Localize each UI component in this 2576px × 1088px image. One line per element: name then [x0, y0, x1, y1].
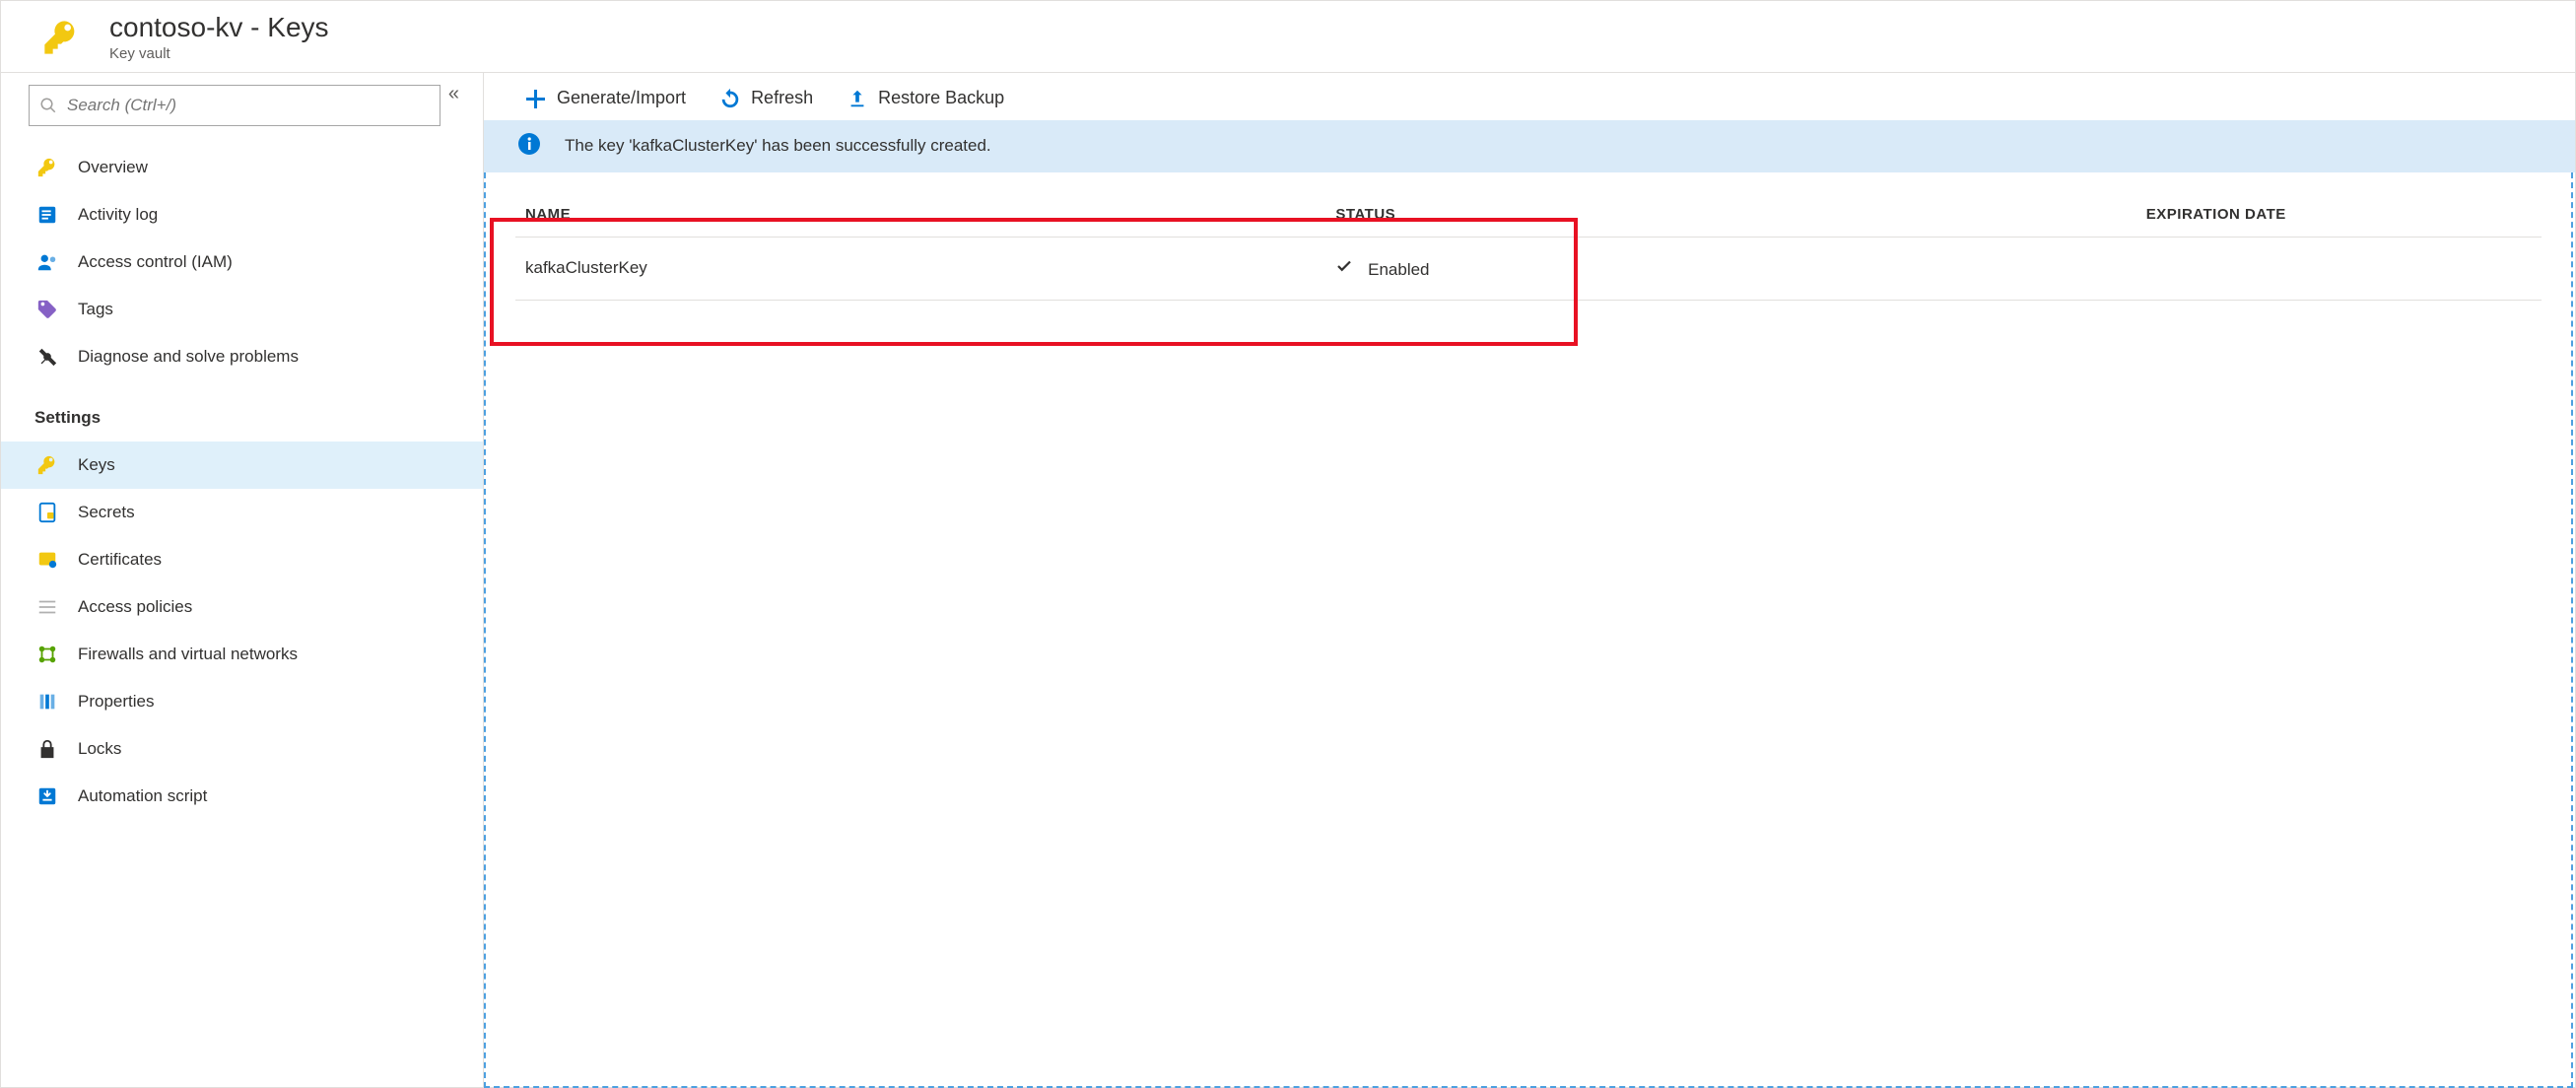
sidebar-item-properties[interactable]: Properties	[1, 678, 483, 725]
info-icon	[517, 132, 541, 161]
collapse-sidebar-button[interactable]: «	[448, 83, 459, 105]
sidebar-item-label: Firewalls and virtual networks	[78, 645, 298, 664]
search-icon	[39, 97, 57, 114]
diagnose-icon	[34, 344, 60, 370]
page-title: contoso-kv - Keys	[109, 13, 329, 43]
restore-backup-button[interactable]: Restore Backup	[847, 88, 1004, 109]
cell-name: kafkaClusterKey	[515, 237, 1325, 300]
plus-icon	[523, 87, 547, 110]
sidebar-item-label: Tags	[78, 300, 113, 319]
sidebar-search[interactable]	[29, 85, 441, 126]
sidebar-item-firewalls[interactable]: Firewalls and virtual networks	[1, 631, 483, 678]
key-icon	[34, 155, 60, 180]
sidebar-item-certificates[interactable]: Certificates	[1, 536, 483, 583]
notification-message: The key 'kafkaClusterKey' has been succe…	[565, 136, 991, 156]
page-header: contoso-kv - Keys Key vault	[1, 1, 2575, 73]
check-icon	[1335, 260, 1358, 279]
refresh-button[interactable]: Refresh	[719, 88, 813, 109]
toolbar-label: Restore Backup	[878, 88, 1004, 108]
sidebar-item-overview[interactable]: Overview	[1, 144, 483, 191]
firewall-icon	[34, 642, 60, 667]
key-icon	[40, 17, 82, 58]
properties-icon	[34, 689, 60, 714]
key-icon	[34, 452, 60, 478]
col-expiration[interactable]: EXPIRATION DATE	[2136, 198, 2542, 238]
sidebar-item-locks[interactable]: Locks	[1, 725, 483, 773]
keys-table: NAME STATUS EXPIRATION DATE kafkaCluster…	[515, 198, 2542, 301]
cell-status: Enabled	[1325, 237, 2135, 300]
refresh-icon	[719, 88, 741, 109]
success-notification: The key 'kafkaClusterKey' has been succe…	[484, 120, 2575, 172]
automation-icon	[34, 783, 60, 809]
activity-log-icon	[34, 202, 60, 228]
search-input[interactable]	[67, 96, 430, 115]
sidebar-item-label: Access policies	[78, 597, 192, 617]
sidebar-group-settings: Settings	[29, 380, 469, 442]
sidebar-item-label: Keys	[78, 455, 115, 475]
access-policies-icon	[34, 594, 60, 620]
keys-panel: NAME STATUS EXPIRATION DATE kafkaCluster…	[484, 172, 2573, 1088]
sidebar-item-automation[interactable]: Automation script	[1, 773, 483, 820]
sidebar-item-access-control[interactable]: Access control (IAM)	[1, 238, 483, 286]
toolbar: Generate/Import Refresh Restore Backup	[484, 73, 2575, 120]
tag-icon	[34, 297, 60, 322]
sidebar-item-access-policies[interactable]: Access policies	[1, 583, 483, 631]
table-row[interactable]: kafkaClusterKey Enabled	[515, 237, 2542, 300]
sidebar: « Overview Activity log Access control (…	[1, 73, 484, 1088]
sidebar-item-label: Certificates	[78, 550, 162, 570]
col-name[interactable]: NAME	[515, 198, 1325, 238]
sidebar-item-label: Activity log	[78, 205, 158, 225]
sidebar-item-label: Automation script	[78, 786, 207, 806]
sidebar-item-label: Overview	[78, 158, 148, 177]
table-header-row: NAME STATUS EXPIRATION DATE	[515, 198, 2542, 238]
page-subtitle: Key vault	[109, 45, 329, 62]
cell-expiration	[2136, 237, 2542, 300]
sidebar-item-label: Diagnose and solve problems	[78, 347, 299, 367]
sidebar-item-label: Access control (IAM)	[78, 252, 233, 272]
sidebar-item-tags[interactable]: Tags	[1, 286, 483, 333]
sidebar-item-secrets[interactable]: Secrets	[1, 489, 483, 536]
access-control-icon	[34, 249, 60, 275]
sidebar-item-diagnose[interactable]: Diagnose and solve problems	[1, 333, 483, 380]
certificates-icon	[34, 547, 60, 573]
sidebar-item-label: Locks	[78, 739, 121, 759]
sidebar-item-keys[interactable]: Keys	[1, 442, 483, 489]
toolbar-label: Refresh	[751, 88, 813, 108]
secrets-icon	[34, 500, 60, 525]
main-content: Generate/Import Refresh Restore Backup T…	[484, 73, 2575, 1088]
sidebar-item-label: Secrets	[78, 503, 135, 522]
toolbar-label: Generate/Import	[557, 88, 686, 108]
lock-icon	[34, 736, 60, 762]
col-status[interactable]: STATUS	[1325, 198, 2135, 238]
sidebar-item-label: Properties	[78, 692, 154, 712]
sidebar-item-activity-log[interactable]: Activity log	[1, 191, 483, 238]
restore-icon	[847, 88, 868, 109]
generate-import-button[interactable]: Generate/Import	[523, 87, 686, 110]
